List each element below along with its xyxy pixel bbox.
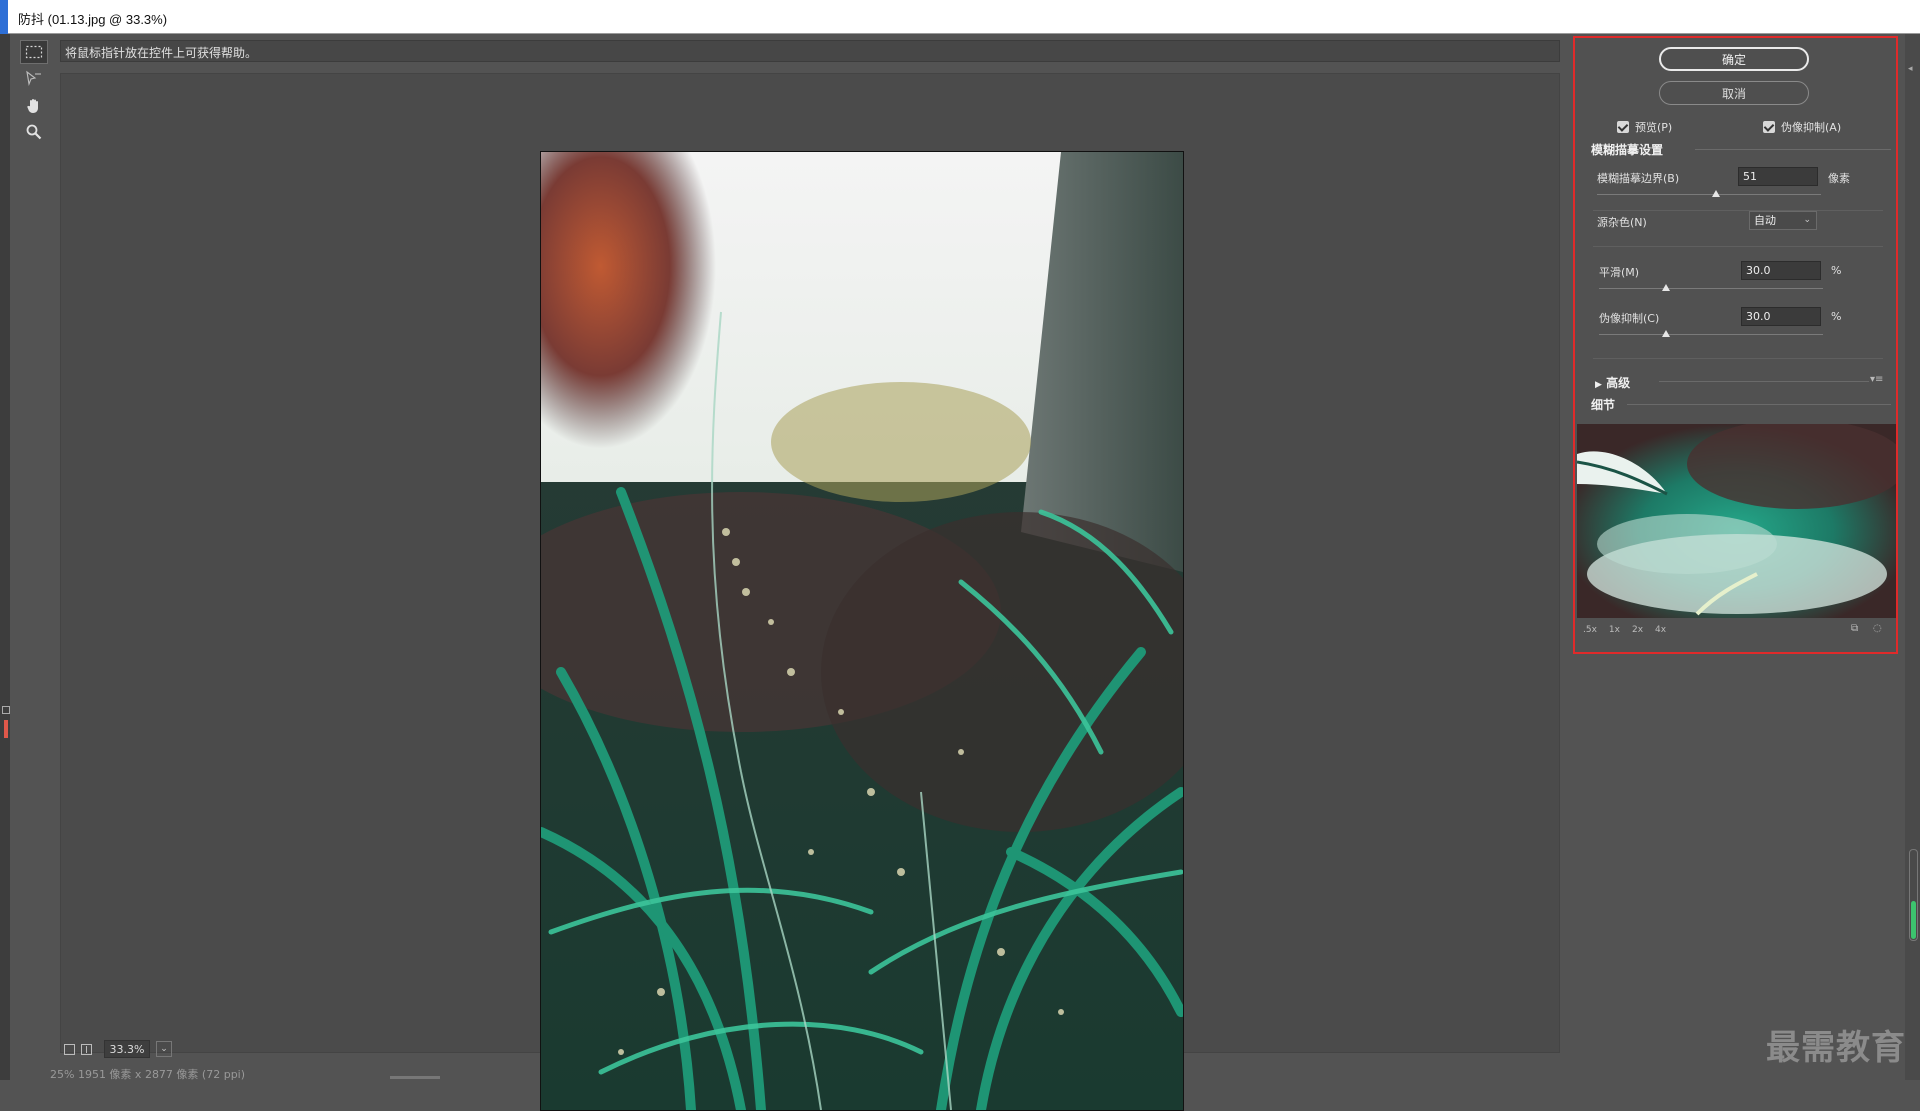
source-noise-value: 自动 [1754, 214, 1776, 227]
blur-bounds-slider[interactable] [1597, 190, 1821, 200]
advanced-divider [1659, 381, 1869, 382]
zoom-1x-option[interactable]: 1x [1609, 625, 1620, 635]
zoom-tool-button[interactable] [20, 120, 48, 144]
smooth-input[interactable]: 30.0 [1741, 261, 1821, 280]
help-hint-text: 将鼠标指针放在控件上可获得帮助。 [65, 46, 258, 60]
detail-loupe-image [1577, 424, 1896, 618]
hand-tool-button[interactable] [20, 94, 48, 118]
zoom-level-value[interactable]: 33.3% [104, 1040, 150, 1058]
artifact-suppression-knob[interactable] [1662, 330, 1671, 337]
enhance-detail-icon[interactable]: ◌ [1873, 623, 1882, 634]
row-divider [1593, 358, 1883, 359]
tool-panel [12, 38, 56, 1058]
source-noise-select[interactable]: 自动 ⌄ [1749, 211, 1817, 230]
zoom-2x-option[interactable]: 2x [1632, 625, 1643, 635]
smooth-label: 平滑(M) [1599, 266, 1640, 279]
shake-reduction-settings-panel: 确定 取消 预览(P) 伪像抑制(A) 模糊描摹设置 模糊描摹边界(B) 51 … [1573, 36, 1898, 654]
artifact-suppression-checkbox[interactable]: 伪像抑制(A) [1763, 119, 1841, 135]
grass-photo-image [541, 152, 1183, 1110]
preview-checkbox[interactable]: 预览(P) [1617, 119, 1672, 135]
smooth-slider[interactable] [1599, 284, 1823, 294]
detail-zoom-options: .5x 1x 2x 4x [1583, 625, 1666, 635]
chevron-down-icon: ⌄ [1803, 215, 1811, 225]
ok-button[interactable]: 确定 [1659, 47, 1809, 71]
window-edge [0, 0, 8, 34]
row-divider [1593, 246, 1883, 247]
source-noise-label: 源杂色(N) [1597, 216, 1647, 229]
row-divider [1593, 210, 1883, 211]
artifact-suppression-slider[interactable] [1599, 330, 1823, 340]
zoom-icon [26, 124, 42, 140]
preview-photo[interactable] [540, 151, 1184, 1111]
window-titlebar: 防抖 (01.13.jpg @ 33.3%) [0, 0, 1920, 34]
advanced-arrow-icon: ▶ [1595, 380, 1602, 390]
preview-checkbox-label: 预览(P) [1635, 121, 1673, 134]
blur-trace-tool-button[interactable] [20, 66, 48, 90]
watermark-text: 最需教育 [1766, 1028, 1906, 1068]
smooth-unit: % [1831, 264, 1842, 277]
advanced-label: 高级 [1606, 376, 1631, 390]
zoom-dropdown-icon[interactable]: ⌄ [156, 1041, 172, 1057]
smooth-track [1599, 288, 1823, 289]
undock-detail-icon[interactable]: ⧉ [1851, 623, 1858, 634]
app-left-edge [0, 34, 10, 1080]
artifact-suppression-input[interactable]: 30.0 [1741, 307, 1821, 326]
hand-icon [27, 99, 38, 113]
section-divider [1695, 149, 1891, 150]
collapse-arrow-icon[interactable]: ◂ [1908, 64, 1913, 74]
blur-bounds-track [1597, 194, 1821, 195]
panel-menu-icon[interactable]: ▾≡ [1870, 374, 1883, 385]
zoom-fit-button[interactable] [64, 1043, 75, 1055]
artifact-suppression-label: 伪像抑制(C) [1599, 312, 1660, 325]
preview-canvas[interactable] [60, 73, 1560, 1111]
cancel-button[interactable]: 取消 [1659, 81, 1809, 105]
level-gauge [1909, 849, 1918, 941]
smooth-knob[interactable] [1662, 284, 1671, 291]
artifact-checkbox-label: 伪像抑制(A) [1781, 121, 1842, 134]
blur-bounds-unit: 像素 [1828, 172, 1850, 185]
blur-trace-icon [26, 70, 41, 86]
blur-trace-section-title: 模糊描摹设置 [1591, 143, 1664, 157]
zoom-control: 33.3% ⌄ [64, 1040, 172, 1058]
blur-bounds-input[interactable]: 51 [1738, 167, 1818, 186]
marquee-icon [25, 45, 43, 59]
level-gauge-fill [1911, 901, 1916, 939]
artifact-check-icon[interactable] [1763, 121, 1775, 133]
help-hint-bar: 将鼠标指针放在控件上可获得帮助。 [60, 40, 1560, 62]
detail-loupe-view[interactable] [1577, 424, 1896, 618]
preview-check-icon[interactable] [1617, 121, 1629, 133]
blur-bounds-knob[interactable] [1711, 190, 1720, 197]
app-right-edge: ◂ [1905, 34, 1920, 1080]
zoom-half-option[interactable]: .5x [1583, 625, 1597, 635]
detail-section-title: 细节 [1591, 398, 1616, 412]
zoom-4x-option[interactable]: 4x [1655, 625, 1666, 635]
blur-bounds-label: 模糊描摹边界(B) [1597, 172, 1680, 185]
edge-marker-box [2, 706, 10, 714]
marquee-tool-button[interactable] [20, 40, 48, 64]
artifact-suppression-track [1599, 334, 1823, 335]
status-text: 25% 1951 像素 x 2877 像素 (72 ppi) [50, 1068, 246, 1081]
window-title: 防抖 (01.13.jpg @ 33.3%) [18, 12, 168, 27]
detail-divider [1627, 404, 1891, 405]
status-scroll-indicator [390, 1076, 440, 1079]
artifact-suppression-unit: % [1831, 310, 1842, 323]
advanced-toggle[interactable]: ▶ 高级 [1595, 374, 1630, 391]
zoom-actual-button[interactable] [81, 1043, 92, 1055]
edge-color-marker [4, 720, 8, 738]
